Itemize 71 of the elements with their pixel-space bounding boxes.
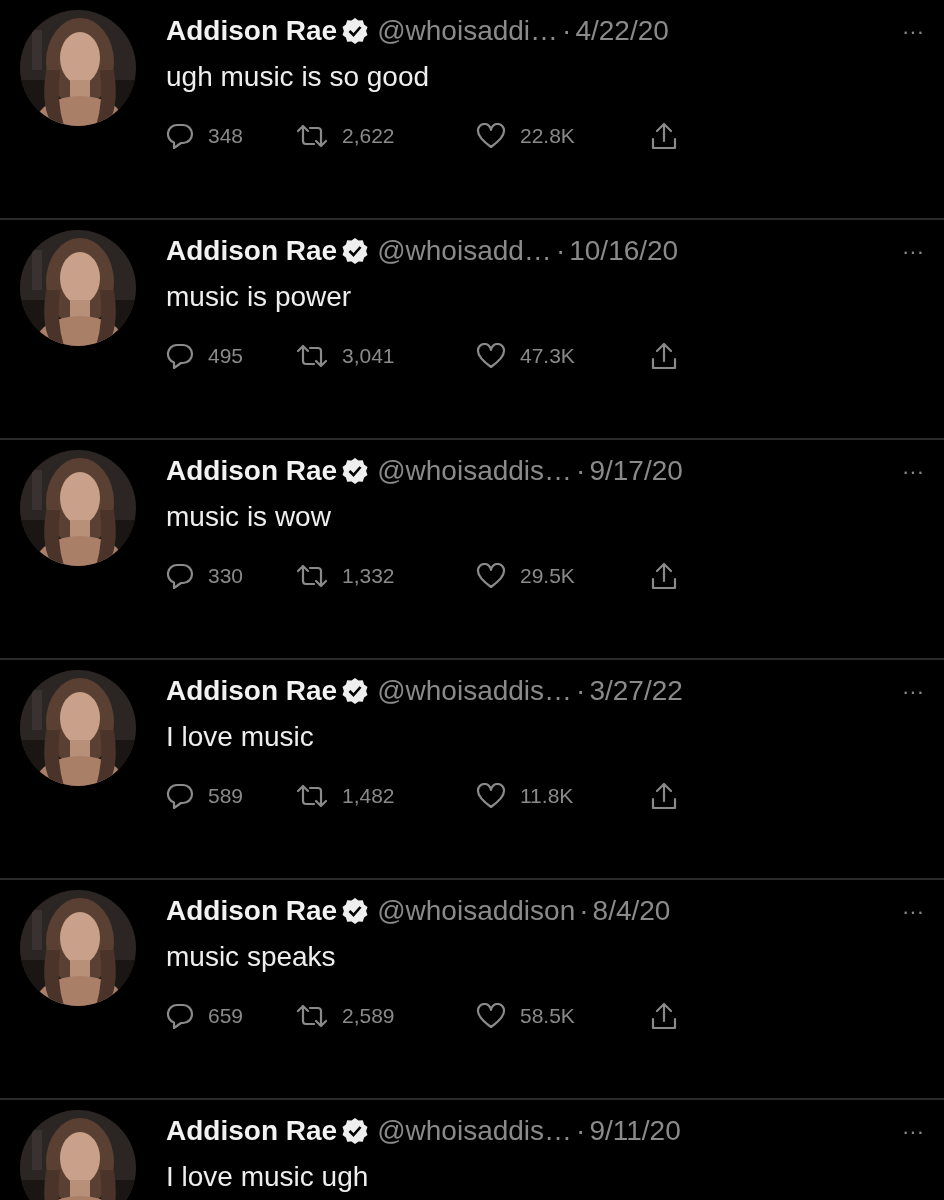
retweet-count: 1,482 [342, 783, 395, 809]
reply-icon[interactable] [166, 562, 194, 589]
separator-dot: · [579, 894, 589, 928]
reply-count: 348 [208, 123, 244, 149]
retweet-icon[interactable] [296, 1003, 328, 1028]
heart-icon[interactable] [476, 1002, 506, 1029]
tweet-text: music is wow [166, 500, 332, 534]
tweet-date: 9/17/20 [589, 454, 683, 488]
heart-icon[interactable] [476, 562, 506, 589]
separator-dot: · [576, 674, 586, 708]
author-name: Addison Rae [166, 14, 338, 48]
reply-icon[interactable] [166, 342, 194, 369]
share-icon[interactable] [651, 341, 677, 370]
author-name: Addison Rae [166, 454, 338, 488]
like-count: 11.8K [520, 783, 574, 809]
tweet-text: ugh music is so good [166, 60, 431, 94]
share-icon[interactable] [651, 1001, 677, 1030]
more-options[interactable]: ··· [902, 1114, 924, 1148]
separator-dot: · [576, 454, 586, 488]
reply-icon[interactable] [166, 122, 194, 149]
like-count: 58.5K [520, 1003, 575, 1029]
retweet-icon[interactable] [296, 783, 328, 808]
separator-dot: · [576, 1114, 586, 1148]
retweet-icon[interactable] [296, 123, 328, 148]
share-icon[interactable] [651, 781, 677, 810]
reply-icon[interactable] [166, 782, 194, 809]
retweet-icon[interactable] [296, 563, 328, 588]
tweet-date: 10/16/20 [569, 234, 679, 268]
user-handle[interactable]: @whoisaddi… [377, 10, 559, 52]
tweet-text: I love music ugh [166, 1160, 370, 1194]
reply-count: 589 [208, 783, 244, 809]
tweet-text: music is power [166, 280, 353, 314]
heart-icon[interactable] [476, 122, 506, 149]
user-handle[interactable]: @whoisaddison [377, 890, 576, 932]
heart-icon[interactable] [476, 782, 506, 809]
reply-count: 659 [208, 1003, 244, 1029]
tweet-text: I love music [166, 720, 315, 754]
tweet-date: 8/4/20 [592, 894, 671, 928]
like-count: 22.8K [520, 123, 575, 149]
share-icon[interactable] [651, 561, 677, 590]
author-name: Addison Rae [166, 1114, 338, 1148]
more-options[interactable]: ··· [902, 894, 924, 928]
user-handle[interactable]: @whoisaddis… [377, 450, 573, 492]
like-count: 47.3K [520, 343, 575, 369]
author-name: Addison Rae [166, 894, 338, 928]
tweet-date: 3/27/22 [589, 674, 683, 708]
reply-count: 330 [208, 563, 244, 589]
retweet-count: 2,622 [342, 123, 395, 149]
retweet-count: 1,332 [342, 563, 395, 589]
tweet-date: 9/11/20 [589, 1114, 681, 1148]
more-options[interactable]: ··· [902, 14, 924, 48]
author-name: Addison Rae [166, 674, 338, 708]
user-handle[interactable]: @whoisadd… [377, 230, 552, 272]
reply-icon[interactable] [166, 1002, 194, 1029]
tweet-date: 4/22/20 [575, 14, 669, 48]
user-handle[interactable]: @whoisaddis… [377, 1110, 573, 1152]
retweet-count: 3,041 [342, 343, 395, 369]
reply-count: 495 [208, 343, 244, 369]
user-handle[interactable]: @whoisaddis… [377, 670, 573, 712]
tweet-text: music speaks [166, 940, 337, 974]
heart-icon[interactable] [476, 342, 506, 369]
share-icon[interactable] [651, 121, 677, 150]
retweet-count: 2,589 [342, 1003, 395, 1029]
more-options[interactable]: ··· [902, 674, 924, 708]
more-options[interactable]: ··· [902, 234, 924, 268]
author-name: Addison Rae [166, 234, 338, 268]
separator-dot: · [562, 14, 572, 48]
more-options[interactable]: ··· [902, 454, 924, 488]
like-count: 29.5K [520, 563, 575, 589]
separator-dot: · [555, 234, 566, 268]
retweet-icon[interactable] [296, 343, 328, 368]
